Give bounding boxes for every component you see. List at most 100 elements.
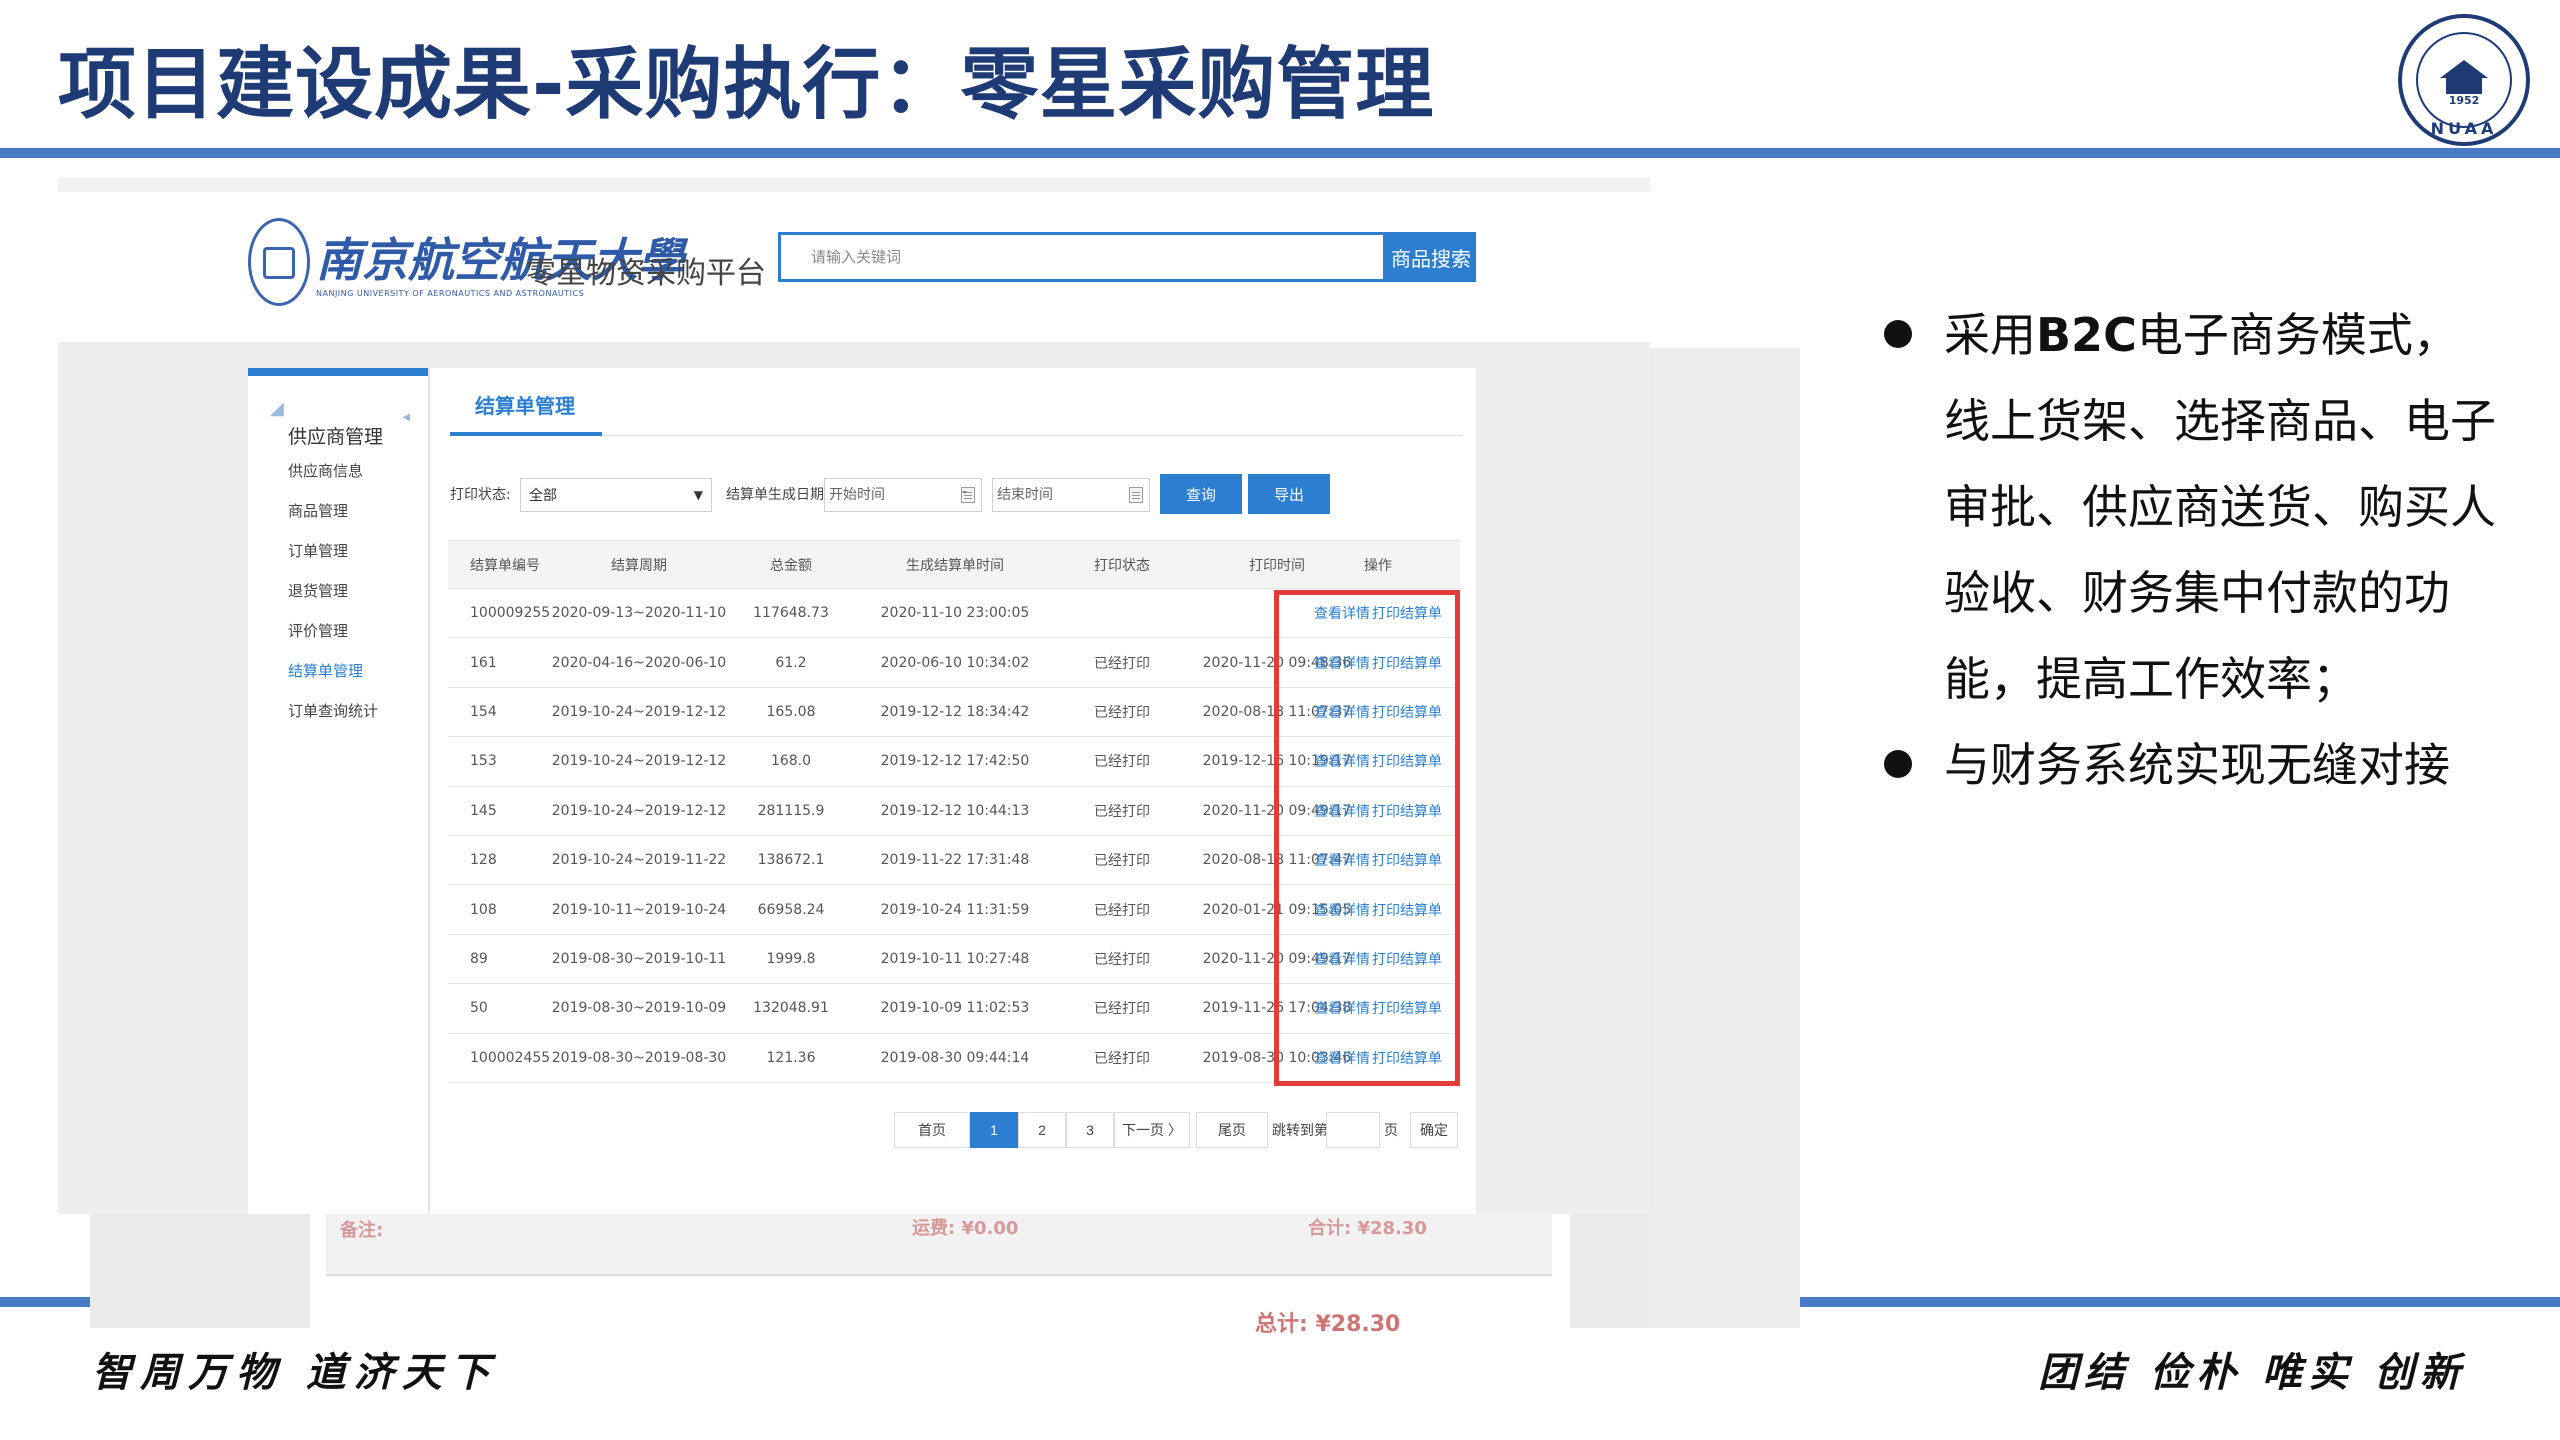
seal-inner-ring: 1952 — [2416, 32, 2512, 128]
print-settlement-link[interactable]: 打印结算单 — [1372, 702, 1442, 722]
sidebar-item-goods[interactable]: 商品管理 — [288, 500, 348, 521]
header-amount: 总金额 — [770, 557, 812, 574]
cell-id: 153 — [470, 753, 497, 770]
view-detail-link[interactable]: 查看详情 — [1314, 850, 1370, 870]
cell-id: 100002455 — [470, 1049, 551, 1066]
cell-generated: 2019-10-11 10:27:48 — [880, 950, 1030, 967]
cell-actions: 查看详情 打印结算单 — [1288, 984, 1468, 1032]
start-date-field — [824, 478, 982, 512]
cell-print-status: 已经打印 — [1094, 853, 1150, 870]
pager-first[interactable]: 首页 — [894, 1112, 970, 1148]
cell-amount: 168.0 — [770, 753, 812, 770]
bullet-item: 采用B2C电子商务模式，线上货架、选择商品、电子审批、供应商送货、购买人验收、财… — [1880, 292, 2500, 722]
pager-page-3[interactable]: 3 — [1066, 1112, 1114, 1148]
cell-period: 2020-04-16~2020-06-10 — [551, 654, 727, 671]
view-detail-link[interactable]: 查看详情 — [1314, 1048, 1370, 1068]
cell-period: 2019-08-30~2019-10-09 — [551, 1000, 727, 1017]
calendar-icon[interactable] — [1129, 487, 1143, 503]
print-settlement-link[interactable]: 打印结算单 — [1372, 751, 1442, 771]
cell-generated: 2020-11-10 23:00:05 — [880, 605, 1030, 622]
cell-actions: 查看详情 打印结算单 — [1288, 737, 1468, 785]
start-date-input[interactable] — [825, 479, 981, 511]
pager-page-2[interactable]: 2 — [1018, 1112, 1066, 1148]
print-settlement-link[interactable]: 打印结算单 — [1372, 1048, 1442, 1068]
cell-generated: 2019-08-30 09:44:14 — [880, 1049, 1030, 1066]
pager-confirm[interactable]: 确定 — [1410, 1112, 1458, 1148]
print-settlement-link[interactable]: 打印结算单 — [1372, 653, 1442, 673]
tab-settlement-management[interactable]: 结算单管理 — [450, 390, 600, 434]
pager-jump-input[interactable] — [1326, 1112, 1380, 1148]
table-row: 89 2019-08-30~2019-10-11 1999.8 2019-10-11 … — [448, 934, 1460, 985]
table-header: 结算单编号 结算周期 总金额 生成结算单时间 打印状态 打印时间 操作 — [448, 541, 1460, 589]
pager-next[interactable]: 下一页 〉 — [1114, 1112, 1190, 1148]
sidebar-item-returns[interactable]: 退货管理 — [288, 580, 348, 601]
cell-period: 2019-08-30~2019-08-30 — [551, 1049, 727, 1066]
table-row: 153 2019-10-24~2019-12-12 168.0 2019-12-12 … — [448, 737, 1460, 787]
sidebar-item-orders[interactable]: 订单管理 — [288, 540, 348, 561]
print-settlement-link[interactable]: 打印结算单 — [1372, 949, 1442, 969]
cell-generated: 2020-06-10 10:34:02 — [880, 654, 1030, 671]
cell-generated: 2019-12-12 17:42:50 — [880, 753, 1030, 770]
cell-amount: 61.2 — [775, 654, 807, 671]
sidebar-item-reviews[interactable]: 评价管理 — [288, 620, 348, 641]
print-settlement-link[interactable]: 打印结算单 — [1372, 801, 1442, 821]
sidebar-item-settlements[interactable]: 结算单管理 — [288, 660, 363, 681]
search-box — [778, 232, 1386, 282]
cell-id: 100009255 — [470, 605, 551, 622]
pager-page-1[interactable]: 1 — [970, 1112, 1018, 1148]
pager-last[interactable]: 尾页 — [1196, 1112, 1268, 1148]
print-settlement-link[interactable]: 打印结算单 — [1372, 850, 1442, 870]
print-status-select[interactable]: 全部 ▼ — [520, 478, 712, 512]
view-detail-link[interactable]: 查看详情 — [1314, 702, 1370, 722]
cell-generated: 2019-11-22 17:31:48 — [880, 852, 1030, 869]
view-detail-link[interactable]: 查看详情 — [1314, 949, 1370, 969]
cell-id: 145 — [470, 802, 497, 819]
pager-jump-label: 跳转到第 — [1272, 1123, 1328, 1139]
view-detail-link[interactable]: 查看详情 — [1314, 998, 1370, 1018]
print-status-label: 打印状态: — [450, 487, 511, 503]
header-actions: 操作 — [1364, 557, 1392, 574]
end-date-field — [992, 478, 1150, 512]
bullet-bold: B2C — [2036, 308, 2137, 362]
view-detail-link[interactable]: 查看详情 — [1314, 900, 1370, 920]
export-button[interactable]: 导出 — [1248, 474, 1330, 514]
bullet-item: 与财务系统实现无缝对接 — [1880, 722, 2500, 808]
cell-amount: 132048.91 — [753, 1000, 829, 1017]
print-settlement-link[interactable]: 打印结算单 — [1372, 900, 1442, 920]
view-detail-link[interactable]: 查看详情 — [1314, 653, 1370, 673]
cell-print-status: 已经打印 — [1094, 754, 1150, 771]
cell-period: 2019-08-30~2019-10-11 — [551, 950, 727, 967]
view-detail-link[interactable]: 查看详情 — [1314, 603, 1370, 623]
cell-id: 108 — [470, 901, 497, 918]
view-detail-link[interactable]: 查看详情 — [1314, 801, 1370, 821]
print-settlement-link[interactable]: 打印结算单 — [1372, 998, 1442, 1018]
bullet-suffix: 电子商务模式，线上货架、选择商品、电子审批、供应商送货、购买人验收、财务集中付款… — [1944, 308, 2496, 706]
view-detail-link[interactable]: 查看详情 — [1314, 751, 1370, 771]
cell-period: 2019-10-24~2019-12-12 — [551, 753, 727, 770]
pager-page-unit: 页 — [1384, 1123, 1398, 1139]
cell-print-status: 已经打印 — [1094, 655, 1150, 672]
cell-id: 89 — [470, 950, 488, 967]
cell-print-status: 已经打印 — [1094, 902, 1150, 919]
end-date-input[interactable] — [993, 479, 1149, 511]
cell-amount: 138672.1 — [757, 852, 825, 869]
sidebar-item-order-stats[interactable]: 订单查询统计 — [288, 700, 378, 721]
table-body: 100009255 2020-09-13~2020-11-10 117648.73 2… — [448, 589, 1460, 1083]
table-row: 100009255 2020-09-13~2020-11-10 117648.73 2… — [448, 589, 1460, 639]
table-row: 145 2019-10-24~2019-12-12 281115.9 2019-12-… — [448, 786, 1460, 836]
screenshot-top-strip — [58, 178, 1650, 192]
cell-amount: 281115.9 — [757, 802, 825, 819]
cell-actions: 查看详情 打印结算单 — [1288, 1034, 1468, 1082]
print-settlement-link[interactable]: 打印结算单 — [1372, 603, 1442, 623]
seal-abbr: NUAA — [2430, 119, 2498, 138]
bullet-prefix: 采用 — [1944, 308, 2036, 362]
cell-generated: 2019-10-09 11:02:53 — [880, 1000, 1030, 1017]
sidebar-item-supplier-info[interactable]: 供应商信息 — [288, 460, 363, 481]
university-seal-icon: 1952 NUAA — [2398, 14, 2530, 146]
search-button[interactable]: 商品搜索 — [1386, 232, 1476, 282]
search-input[interactable] — [781, 235, 1383, 279]
settlement-table: 结算单编号 结算周期 总金额 生成结算单时间 打印状态 打印时间 操作 1000… — [448, 540, 1460, 1083]
query-button[interactable]: 查询 — [1160, 474, 1242, 514]
bottom-rule-right — [1800, 1297, 2560, 1307]
cell-generated: 2019-10-24 11:31:59 — [880, 901, 1030, 918]
